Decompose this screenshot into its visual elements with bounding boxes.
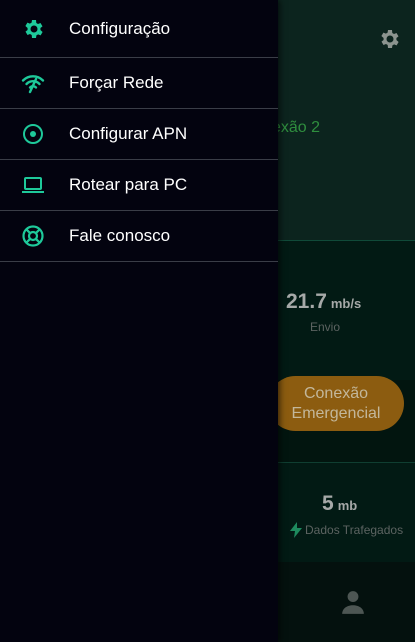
menu-label: Configuração	[69, 18, 171, 38]
user-icon[interactable]	[340, 589, 366, 615]
radio-target-icon	[20, 121, 46, 147]
upload-unit: mb/s	[330, 296, 362, 311]
laptop-icon	[20, 172, 46, 198]
menu-item-configuracao[interactable]: Configuração	[0, 0, 278, 58]
navigation-drawer: Configuração Forçar Rede Configurar APN …	[0, 0, 278, 642]
menu-item-fale-conosco[interactable]: Fale conosco	[0, 211, 278, 262]
connection-title: exão 2	[272, 119, 321, 136]
emergency-line1: Conexão	[303, 385, 369, 402]
menu-item-forcar-rede[interactable]: Forçar Rede	[0, 58, 278, 109]
lifebuoy-icon	[20, 223, 46, 249]
upload-label: Envio	[310, 320, 341, 334]
data-unit: mb	[337, 498, 358, 513]
settings-gear-icon[interactable]	[377, 27, 401, 51]
data-used: 5 mb	[322, 492, 357, 516]
emergency-line2: Emergencial	[291, 405, 381, 422]
menu-item-configurar-apn[interactable]: Configurar APN	[0, 109, 278, 160]
emergency-connection-button[interactable]: Conexão Emergencial	[268, 376, 404, 431]
data-label-row: Dados Trafegados	[290, 522, 403, 538]
menu-item-rotear-pc[interactable]: Rotear para PC	[0, 160, 278, 211]
upload-speed: 21.7 mb/s	[286, 290, 361, 314]
gear-icon	[20, 16, 46, 42]
data-value: 5	[322, 492, 334, 515]
menu-label: Rotear para PC	[69, 175, 188, 194]
menu-label: Configurar APN	[69, 124, 188, 143]
data-label: Dados Trafegados	[305, 523, 404, 537]
upload-value: 21.7	[286, 290, 327, 313]
menu-label: Forçar Rede	[69, 73, 164, 92]
menu-label: Fale conosco	[69, 226, 171, 245]
bolt-icon	[290, 522, 302, 538]
signal-icon	[20, 70, 46, 96]
